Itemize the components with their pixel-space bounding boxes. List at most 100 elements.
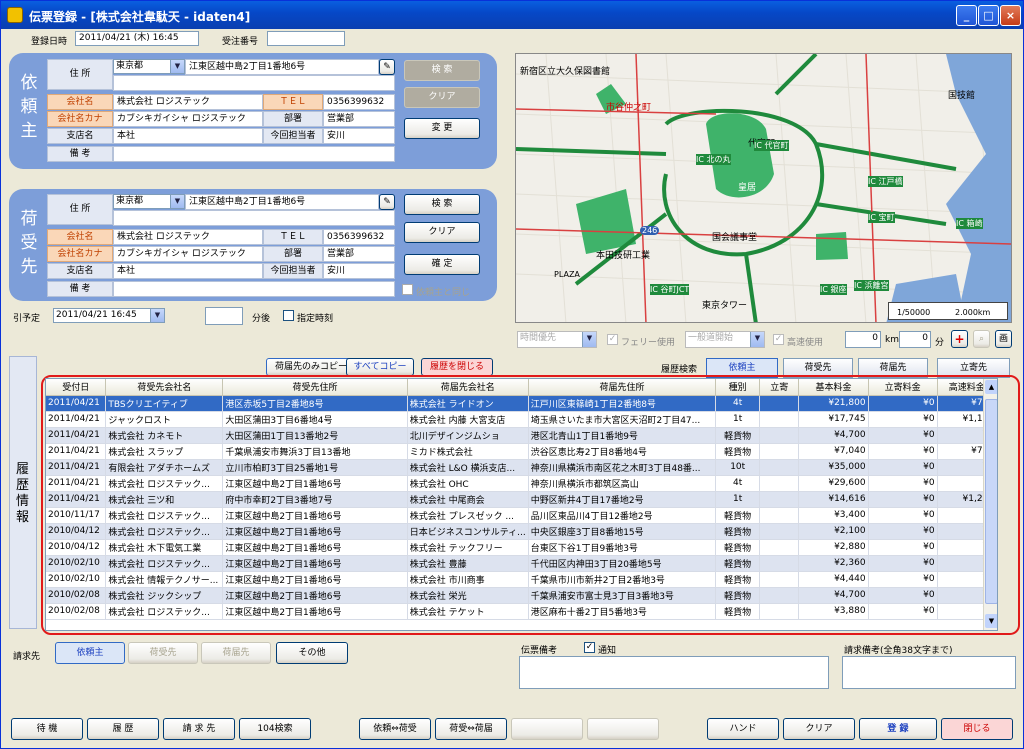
add-route-button[interactable]: +	[951, 330, 968, 348]
scroll-down-icon[interactable]: ▼	[985, 614, 997, 628]
close-window-button[interactable]: ×	[1000, 5, 1021, 26]
register-button[interactable]: 登 録	[859, 718, 937, 740]
order-number-field[interactable]	[267, 31, 345, 46]
table-row[interactable]: 2010/02/10 株式会社 ロジステック... 江東区越中島2丁目1番地6号 株式…	[46, 555, 997, 572]
table-row[interactable]: 2011/04/21 ジャックロスト 大田区蒲田3丁目6番地4号 株式会社 内藤 大宮…	[46, 411, 997, 428]
column-header[interactable]: 受付日	[46, 379, 107, 396]
client-prefecture-select[interactable]: 東京都 ▼	[113, 59, 185, 74]
duration-min-field[interactable]: 0	[899, 331, 931, 348]
after-minutes-field[interactable]	[205, 307, 243, 325]
consignee-prefecture-select[interactable]: 東京都 ▼	[113, 194, 185, 209]
search-104-button[interactable]: 104検索	[239, 718, 311, 740]
consignee-address2-field[interactable]	[113, 210, 395, 226]
consignee-person-field[interactable]: 安川	[323, 263, 395, 279]
same-as-client-checkbox[interactable]	[402, 284, 413, 295]
ferry-checkbox[interactable]: ✓	[607, 334, 618, 345]
route-map[interactable]: 新宿区立大久保図書館 市谷仲之町 代官町 皇居 IC 北の丸 IC 代官町 IC…	[515, 53, 1012, 323]
table-row[interactable]: 2010/04/12 株式会社 ロジステック... 江東区越中島2丁目1番地6号 日本…	[46, 523, 997, 540]
consignee-branch-field[interactable]: 本社	[113, 263, 263, 279]
client-clear-button[interactable]: クリア	[404, 87, 480, 108]
table-row[interactable]: 2011/04/21 株式会社 ロジステック... 江東区越中島2丁目1番地6号 株式…	[46, 475, 997, 492]
billing-other-button[interactable]: その他	[276, 642, 348, 664]
route-zoom-icon[interactable]: ⌕	[973, 330, 990, 348]
billing-consignee-button[interactable]: 荷受先	[128, 642, 198, 664]
close-button[interactable]: 閉じる	[941, 718, 1013, 740]
table-row[interactable]: 2010/02/08 株式会社 ジックシップ 江東区越中島2丁目1番地6号 株式会社 …	[46, 587, 997, 604]
table-row[interactable]: 2011/04/21 株式会社 三ツ和 府中市幸町2丁目3番地7号 株式会社 中尾商会…	[46, 491, 997, 508]
notify-checkbox[interactable]: ✓	[584, 642, 595, 653]
history-table[interactable]: 受付日 荷受先会社名 荷受先住所 荷届先会社名 荷届先住所 種別 立寄 基本料金…	[45, 378, 998, 631]
client-tel-field[interactable]: 0356399632	[323, 94, 395, 110]
consignee-dept-field[interactable]: 営業部	[323, 246, 395, 262]
client-kana-field[interactable]: カブシキガイシャ ロジステック	[113, 111, 263, 127]
consignee-confirm-button[interactable]: 確 定	[404, 254, 480, 275]
consignee-address-field[interactable]: 江東区越中島2丁目1番地6号	[185, 194, 379, 210]
wait-button[interactable]: 待 機	[11, 718, 83, 740]
column-header[interactable]: 荷受先会社名	[105, 379, 224, 396]
client-branch-field[interactable]: 本社	[113, 128, 263, 144]
client-change-button[interactable]: 変 更	[404, 118, 480, 139]
column-header[interactable]: 荷受先住所	[222, 379, 408, 396]
consignee-clear-button[interactable]: クリア	[404, 222, 480, 243]
column-header[interactable]: 荷届先会社名	[407, 379, 529, 396]
clear-button[interactable]: クリア	[783, 718, 855, 740]
table-row[interactable]: 2010/04/12 株式会社 木下電気工業 江東区越中島2丁目1番地6号 株式会社 …	[46, 539, 997, 556]
client-address2-field[interactable]	[113, 75, 395, 91]
consignee-tel-field[interactable]: 0356399632	[323, 229, 395, 245]
table-row[interactable]: 2010/02/10 株式会社 情報テクノサー... 江東区越中島2丁目1番地6号株…	[46, 571, 997, 588]
consignee-kana-field[interactable]: カブシキガイシャ ロジステック	[113, 246, 263, 262]
map-print-button[interactable]: 画	[995, 330, 1012, 348]
copy-delivery-only-button[interactable]: 荷届先のみコピー	[266, 358, 356, 376]
history-button[interactable]: 履 歴	[87, 718, 159, 740]
column-header[interactable]: 立寄料金	[868, 379, 938, 396]
client-search-button[interactable]: 検 索	[404, 60, 480, 81]
minimize-button[interactable]: _	[956, 5, 977, 26]
table-row[interactable]: 2010/02/08 株式会社 ロジステック... 江東区越中島2丁目1番地6号 株式…	[46, 603, 997, 620]
column-header[interactable]: 基本料金	[798, 379, 869, 396]
client-company-field[interactable]: 株式会社 ロジステック	[113, 94, 263, 110]
billing-note-label: 請求備考(全角38文字まで)	[844, 646, 953, 656]
table-row[interactable]: 2011/04/21 株式会社 スラップ 千葉県浦安市舞浜3丁目13番地 ミカド株式会…	[46, 443, 997, 460]
specified-time-label: 指定時刻	[297, 314, 334, 324]
billing-dest-button[interactable]: 請 求 先	[163, 718, 235, 740]
copy-all-button[interactable]: すべてコピー	[346, 358, 414, 376]
consignee-search-button[interactable]: 検 索	[404, 194, 480, 215]
scroll-thumb[interactable]	[985, 399, 997, 604]
swap-client-consignee-button[interactable]: 依頼⇔荷受	[359, 718, 431, 740]
table-row[interactable]: 2011/04/21 株式会社 カネモト 大田区蒲田1丁目13番地2号 北川デザインジ…	[46, 427, 997, 444]
client-address-field[interactable]: 江東区越中島2丁目1番地6号	[185, 59, 379, 75]
schedule-datetime-select[interactable]: 2011/04/21 16:45 ▼	[53, 308, 165, 323]
client-dept-field[interactable]: 営業部	[323, 111, 395, 127]
swap-consignee-delivery-button[interactable]: 荷受⇔荷届	[435, 718, 507, 740]
consignee-company-field[interactable]: 株式会社 ロジステック	[113, 229, 263, 245]
column-header[interactable]: 立寄	[759, 379, 800, 396]
table-row[interactable]: 2011/04/21 TBSクリエイティブ 港区赤坂5丁目2番地8号 株式会社 ライド…	[46, 395, 997, 412]
road-start-select[interactable]: 一般道開始 ▼	[685, 331, 765, 348]
client-note-field[interactable]	[113, 146, 395, 162]
consignee-note-field[interactable]	[113, 281, 395, 297]
billing-note-field[interactable]	[842, 656, 1016, 689]
maximize-button[interactable]: □	[978, 5, 999, 26]
route-priority-select[interactable]: 時間優先 ▼	[517, 331, 597, 348]
client-address-edit-icon[interactable]: ✎	[379, 59, 395, 75]
consignee-address-edit-icon[interactable]: ✎	[379, 194, 395, 210]
history-scrollbar[interactable]: ▲ ▼	[983, 379, 997, 630]
specified-time-checkbox[interactable]	[283, 310, 294, 321]
title-bar[interactable]: 伝票登録 - [株式会社韋駄天 - idaten4] _ □ ×	[1, 1, 1023, 29]
slip-note-field[interactable]	[519, 656, 829, 689]
column-header[interactable]: 種別	[715, 379, 760, 396]
billing-delivery-button[interactable]: 荷届先	[201, 642, 271, 664]
close-history-button[interactable]: 履歴を閉じる	[421, 358, 493, 376]
hand-button[interactable]: ハンド	[707, 718, 779, 740]
empty-button[interactable]	[511, 718, 583, 740]
highway-checkbox[interactable]: ✓	[773, 334, 784, 345]
scroll-up-icon[interactable]: ▲	[985, 380, 997, 394]
registration-datetime-field[interactable]: 2011/04/21 (木) 16:45	[75, 31, 199, 46]
table-row[interactable]: 2010/11/17 株式会社 ロジステック... 江東区越中島2丁目1番地6号 株式…	[46, 507, 997, 524]
client-person-field[interactable]: 安川	[323, 128, 395, 144]
empty-button[interactable]	[587, 718, 659, 740]
billing-client-button[interactable]: 依頼主	[55, 642, 125, 664]
table-row[interactable]: 2011/04/21 有限会社 アダチホームズ 立川市柏町3丁目25番地1号 株式会社…	[46, 459, 997, 476]
distance-km-field[interactable]: 0	[845, 331, 881, 348]
column-header[interactable]: 荷届先住所	[528, 379, 717, 396]
